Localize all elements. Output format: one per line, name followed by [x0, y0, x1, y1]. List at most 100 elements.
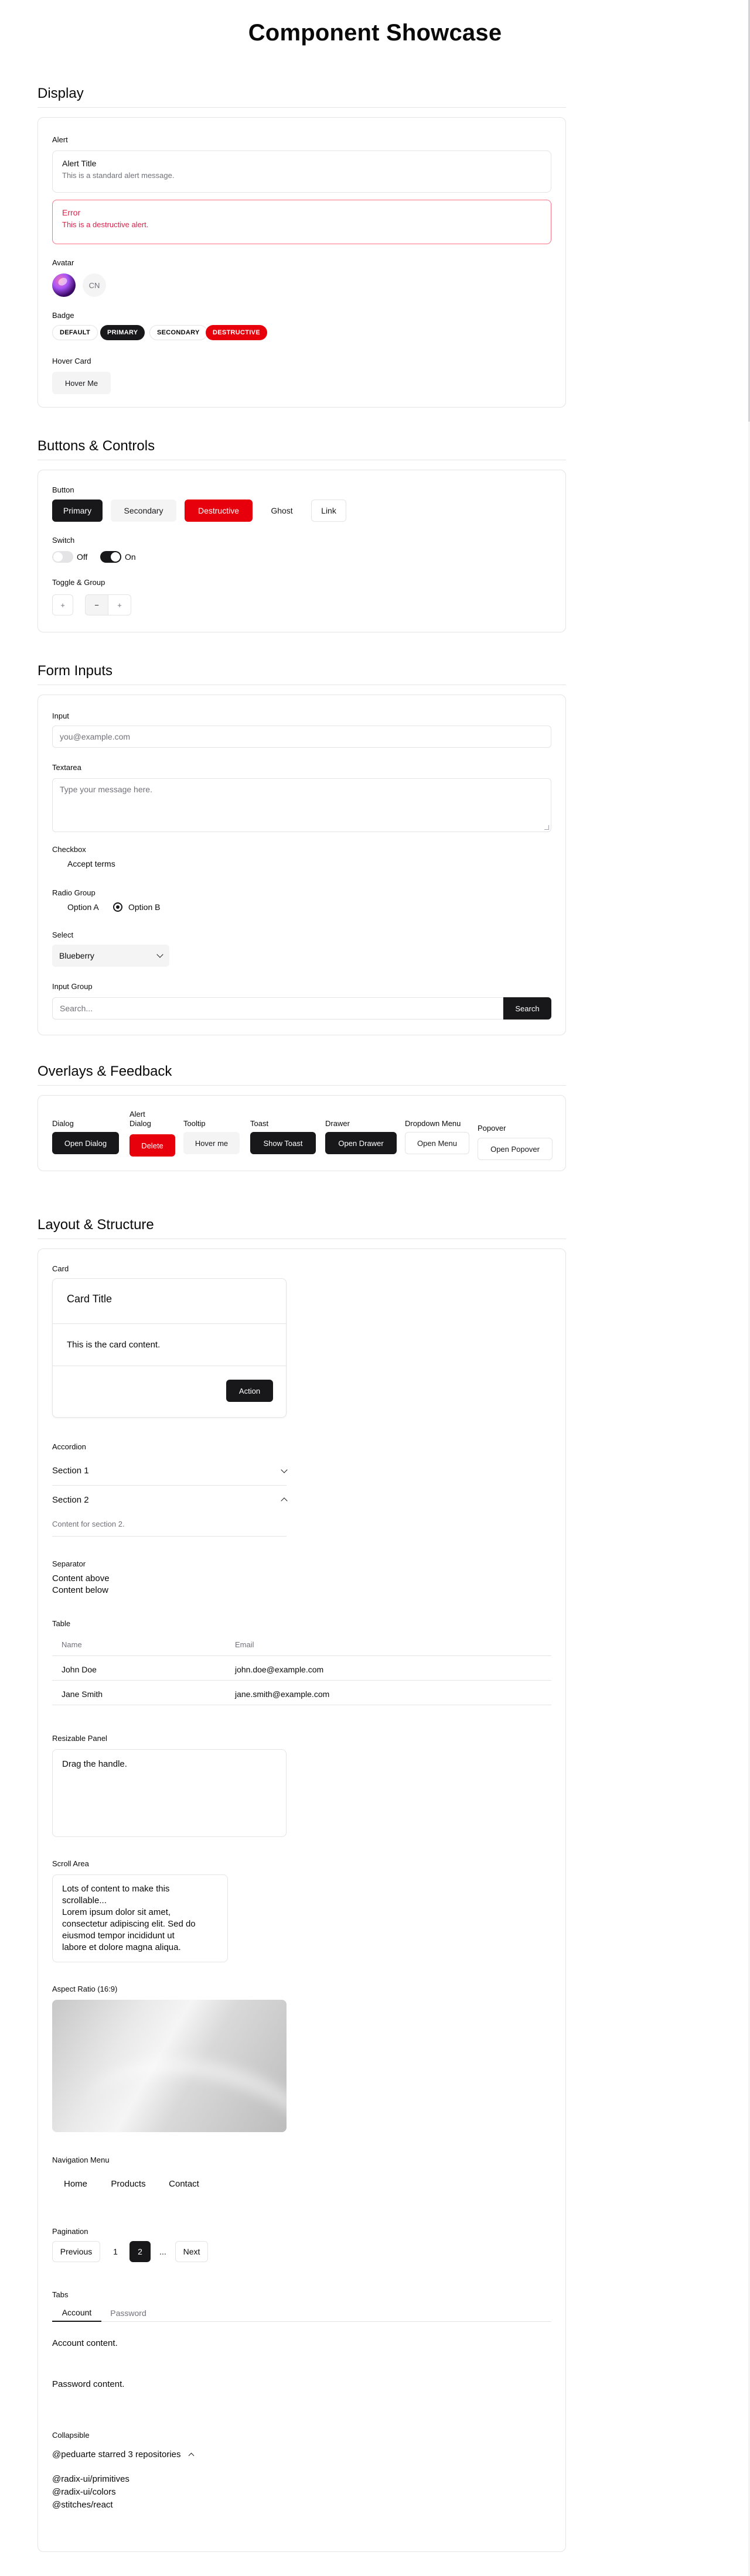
table-header-name: Name [62, 1640, 82, 1649]
alert-dialog-label-line2: Dialog [129, 1119, 151, 1128]
accordion-section-1[interactable]: Section 1 [52, 1456, 288, 1486]
pagination-label: Pagination [52, 2227, 88, 2236]
toggle-plus[interactable]: + [52, 594, 73, 615]
section-heading-overlays: Overlays & Feedback [38, 1063, 566, 1086]
aspect-ratio-image [52, 2000, 287, 2132]
layout-panel: Card Card Title This is the card content… [38, 1248, 566, 2552]
forms-panel: Input you@example.com Textarea Type your… [38, 695, 566, 1035]
badge-secondary: SECONDARY [149, 325, 207, 340]
pagination-page-2[interactable]: 2 [129, 2241, 151, 2262]
checkbox-label: Checkbox [52, 845, 86, 854]
accordion-section-2[interactable]: Section 2 [52, 1486, 288, 1514]
section-heading-buttons: Buttons & Controls [38, 438, 566, 460]
alert-label: Alert [52, 135, 68, 144]
content-below: Content below [52, 1585, 108, 1595]
switch-off[interactable] [52, 551, 73, 563]
show-toast-button[interactable]: Show Toast [250, 1132, 316, 1154]
collapsible-label: Collapsible [52, 2431, 90, 2440]
card-label: Card [52, 1264, 69, 1273]
accordion-section-2-content: Content for section 2. [52, 1520, 125, 1528]
destructive-alert: Error This is a destructive alert. [52, 200, 551, 244]
aspect-ratio-label: Aspect Ratio (16:9) [52, 1985, 118, 1993]
alert-dialog-label: Alert Dialog [129, 1110, 151, 1128]
accordion-label: Accordion [52, 1442, 86, 1451]
search-input[interactable]: Search... [52, 997, 503, 1020]
chevron-up-icon [281, 1497, 288, 1504]
content-above: Content above [52, 1573, 110, 1583]
tab-password[interactable]: Password [104, 2304, 153, 2322]
email-input[interactable]: you@example.com [52, 726, 551, 748]
collapsible-trigger-text: @peduarte starred 3 repositories [52, 2449, 181, 2459]
alert-dialog-label-line1: Alert [129, 1110, 145, 1118]
scroll-area[interactable]: Lots of content to make this scrollable.… [52, 1874, 228, 1962]
switch-on[interactable] [100, 551, 121, 563]
link-button[interactable]: Link [311, 500, 346, 522]
input-group-label: Input Group [52, 982, 93, 991]
scroll-area-line: Lorem ipsum dolor sit amet, [62, 1907, 171, 1917]
tab-password-content: Password content. [52, 2379, 125, 2389]
radio-option-b[interactable] [113, 902, 122, 912]
ghost-button[interactable]: Ghost [261, 500, 303, 522]
accept-terms-text: Accept terms [67, 859, 115, 868]
pagination-ellipsis: ... [154, 2241, 172, 2262]
resizable-panel[interactable]: Drag the handle. [52, 1749, 287, 1837]
collapsible-trigger[interactable]: @peduarte starred 3 repositories [52, 2446, 240, 2462]
chevron-up-icon [188, 2452, 194, 2458]
badge-destructive: DESTRUCTIVE [206, 325, 267, 340]
message-textarea[interactable]: Type your message here. [52, 778, 551, 832]
tooltip-label: Tooltip [183, 1119, 206, 1128]
hover-me-tooltip-button[interactable]: Hover me [183, 1132, 240, 1154]
select-value: Blueberry [59, 951, 94, 960]
open-dialog-button[interactable]: Open Dialog [52, 1132, 119, 1154]
search-button[interactable]: Search [503, 997, 551, 1020]
pagination-previous[interactable]: Previous [52, 2241, 100, 2262]
scroll-area-line: eiusmod tempor incididunt ut [62, 1931, 175, 1941]
hover-me-button[interactable]: Hover Me [52, 372, 111, 394]
alert: Alert Title This is a standard alert mes… [52, 150, 551, 193]
button-label: Button [52, 485, 74, 494]
toggle-group-minus[interactable]: − [85, 594, 108, 615]
alert-title: Alert Title [62, 159, 97, 168]
delete-button[interactable]: Delete [129, 1134, 175, 1157]
card-action-button[interactable]: Action [226, 1380, 273, 1402]
fruit-select[interactable]: Blueberry [52, 945, 169, 967]
destructive-button[interactable]: Destructive [185, 500, 253, 522]
section-heading-forms: Form Inputs [38, 663, 566, 685]
section-heading-layout: Layout & Structure [38, 1217, 566, 1239]
table-cell-name: John Doe [62, 1665, 97, 1674]
chevron-down-icon [281, 1466, 288, 1473]
badge-label: Badge [52, 311, 74, 320]
nav-item-home[interactable]: Home [52, 2173, 99, 2194]
open-popover-button[interactable]: Open Popover [478, 1138, 553, 1160]
primary-button[interactable]: Primary [52, 500, 103, 522]
pagination-page-1[interactable]: 1 [105, 2241, 126, 2262]
input-label: Input [52, 711, 69, 720]
tab-account[interactable]: Account [52, 2304, 101, 2322]
textarea-label: Textarea [52, 763, 81, 772]
open-drawer-button[interactable]: Open Drawer [325, 1132, 397, 1154]
switch-label: Switch [52, 536, 75, 545]
avatar-label: Avatar [52, 258, 74, 267]
hover-card-label: Hover Card [52, 357, 91, 365]
accept-terms-checkbox[interactable] [52, 859, 62, 868]
secondary-button[interactable]: Secondary [111, 500, 176, 522]
nav-item-contact[interactable]: Contact [158, 2173, 210, 2194]
dialog-label: Dialog [52, 1119, 74, 1128]
resize-grip-icon[interactable] [544, 825, 549, 830]
section-heading-display: Display [38, 85, 566, 108]
radio-option-a-label: Option A [67, 902, 99, 912]
toggle-group-plus[interactable]: + [108, 594, 131, 615]
textarea-placeholder: Type your message here. [60, 785, 152, 794]
table-label: Table [52, 1619, 71, 1628]
drawer-label: Drawer [325, 1119, 350, 1128]
accordion-section-1-title: Section 1 [52, 1466, 89, 1476]
overlays-panel: Dialog Open Dialog Alert Dialog Delete T… [38, 1095, 566, 1171]
alert-description: This is a standard alert message. [62, 171, 175, 180]
nav-item-products[interactable]: Products [99, 2173, 158, 2194]
dropdown-menu-label: Dropdown Menu [405, 1119, 461, 1128]
open-menu-button[interactable]: Open Menu [405, 1132, 469, 1154]
toggle-label: Toggle & Group [52, 578, 105, 587]
pagination-next[interactable]: Next [175, 2241, 208, 2262]
radio-option-a[interactable] [52, 902, 62, 912]
scroll-area-line: labore et dolore magna aliqua. [62, 1942, 181, 1952]
